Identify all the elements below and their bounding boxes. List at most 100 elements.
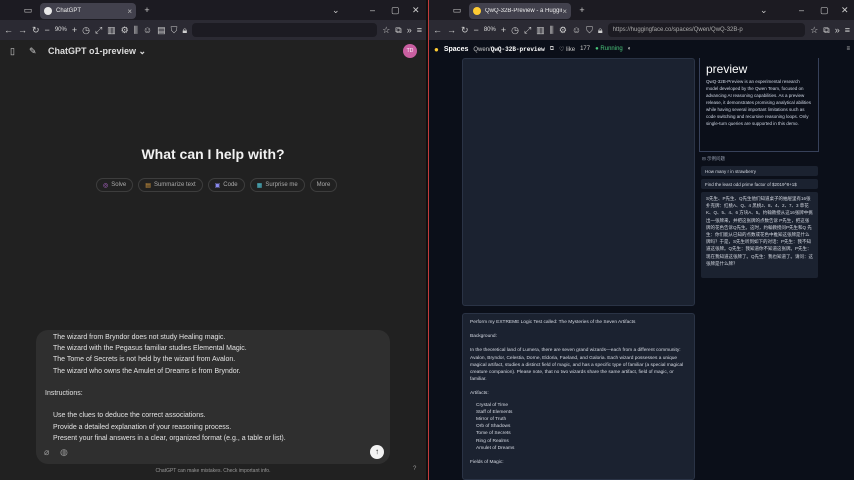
like-button[interactable]: ♡ like [559,46,575,53]
left-url-bar[interactable] [192,23,378,37]
history-icon[interactable]: ◷ [511,25,519,35]
lock-icon[interactable]: 🔒︎ [598,25,603,35]
message-composer[interactable]: The wizard from Bryndor does not study H… [36,330,390,464]
settings-icon[interactable]: ◐ [628,46,632,52]
sidebar-icon[interactable]: ▥ [536,25,545,35]
zoom-level[interactable]: 90% [55,27,67,33]
composer-line: Provide a detailed explanation of your r… [53,423,232,431]
left-active-tab[interactable]: ChatGPT × [40,3,136,19]
like-label: like [566,46,576,53]
sidebar-icon[interactable]: ▥ [107,25,116,35]
zoom-out-icon[interactable]: − [474,25,479,35]
bookmark-star-icon[interactable]: ☆ [382,25,390,35]
examples-label: ⊟ 示例问题 [702,156,726,161]
new-tab-icon[interactable]: + [140,5,154,15]
zoom-in-icon[interactable]: + [72,25,77,35]
chip-label: Code [223,182,238,188]
close-window-icon[interactable]: ✕ [841,5,849,16]
composer-line: The wizard who owns the Amulet of Dreams… [53,367,241,375]
shield-icon[interactable]: ⛉ [586,25,593,35]
avatar[interactable]: TD [403,44,417,58]
globe-icon[interactable]: ◍ [60,448,68,457]
space-path[interactable]: Qwen/QwQ-32B-preview [473,46,544,53]
chip-label: More [316,182,331,188]
lock-icon[interactable]: 🔒︎ [182,25,187,35]
code-icon: ▣ [214,182,221,189]
like-count: 177 [580,46,591,52]
zoom-out-icon[interactable]: − [45,25,50,35]
back-icon[interactable]: ← [4,25,13,35]
screenshot-icon[interactable]: ⤢ [95,25,102,35]
maximize-icon[interactable]: ▢ [820,5,829,16]
example-item[interactable]: Find the least odd prime factor of $2019… [701,179,818,189]
close-tab-icon[interactable]: × [127,7,132,16]
account-icon[interactable]: ☺ [572,25,581,35]
menu-icon[interactable]: ≡ [417,25,422,35]
bookmark-star-icon[interactable]: ☆ [810,25,818,35]
huggingface-logo-icon: ● [434,44,439,54]
tab-list-chevron-icon[interactable]: ⌄ [760,5,768,16]
composer-text[interactable]: The wizard from Bryndor does not study H… [45,332,385,444]
tab-overview-icon[interactable]: ▭ [449,5,465,15]
right-nav-bar: ← → ↻ − 80% + ◷ ⤢ ▥ ⫼ ⚙ ☺ ⛉ 🔒︎ https://h… [429,20,854,40]
help-icon[interactable]: ? [413,466,416,472]
chip-solve[interactable]: ◎ Solve [96,178,134,192]
reload-icon[interactable]: ↻ [32,25,40,35]
composer-line: Instructions: [45,389,83,397]
composer-line: The wizard from Bryndor does not study H… [53,334,226,341]
attach-icon[interactable]: ⌀ [44,448,49,457]
overflow-icon[interactable]: » [835,25,840,35]
composer-line: Present your final answers in a clear, o… [53,434,286,442]
minimize-icon[interactable]: – [799,5,804,15]
chip-surprise[interactable]: ▦ Surprise me [249,178,305,192]
maximize-icon[interactable]: ▢ [391,5,400,16]
more-menu-icon[interactable]: ≡ [846,46,850,52]
spaces-link[interactable]: Spaces [444,46,469,53]
chip-more[interactable]: More [309,178,338,192]
new-chat-icon[interactable]: ✎ [29,47,37,56]
minimize-icon[interactable]: – [370,5,375,15]
chip-code[interactable]: ▣ Code [207,178,245,192]
container-icon[interactable]: ▤ [157,25,166,35]
new-tab-icon[interactable]: + [575,5,589,15]
model-selector[interactable]: ChatGPT o1-preview ⌄ [48,46,146,57]
shield-icon[interactable]: ⛉ [171,25,178,35]
prompt-textbox[interactable]: Perform my EXTREME Logic Test called: Th… [462,313,695,480]
chip-summarize[interactable]: ▤ Summarize text [138,178,203,192]
right-url-bar[interactable]: https://huggingface.co/spaces/Qwen/QwQ-3… [607,23,806,37]
disclaimer: ChatGPT can make mistakes. Check importa… [155,468,271,474]
prompt-background-label: Background: [470,334,497,340]
close-window-icon[interactable]: ✕ [412,5,420,16]
settings-icon[interactable]: ⚙ [559,25,567,35]
close-tab-icon[interactable]: × [562,7,567,16]
menu-icon[interactable]: ≡ [845,25,850,35]
copy-icon[interactable]: ⧉ [550,46,554,53]
back-icon[interactable]: ← [433,25,442,35]
right-active-tab[interactable]: QwQ-32B-Preview - a Hugging Face × [469,3,571,19]
library-icon[interactable]: ⫼ [134,25,138,35]
extensions-icon[interactable]: ⧉ [395,25,401,35]
zoom-level[interactable]: 80% [484,27,496,33]
sidebar-toggle-icon[interactable]: ▯ [10,47,15,56]
settings-icon[interactable]: ⚙ [121,25,129,35]
history-icon[interactable]: ◷ [82,25,90,35]
forward-icon[interactable]: → [18,25,27,35]
arrow-up-icon: ↑ [375,447,379,456]
extensions-icon[interactable]: ⧉ [823,25,829,35]
overflow-icon[interactable]: » [407,25,412,35]
send-button[interactable]: ↑ [370,445,384,459]
status-badge: ● Running [595,46,623,52]
prompt-title: Perform my EXTREME Logic Test called: Th… [470,320,636,325]
library-icon[interactable]: ⫼ [550,25,554,35]
zoom-in-icon[interactable]: + [501,25,506,35]
example-item[interactable]: S先生、P先生、Q先生他们知道桌子的抽屉里有16张扑克牌：红桃A、Q、4 黑桃J… [701,192,818,278]
screenshot-icon[interactable]: ⤢ [524,25,531,35]
reload-icon[interactable]: ↻ [461,25,469,35]
account-icon[interactable]: ☺ [143,25,152,35]
tab-overview-icon[interactable]: ▭ [20,5,36,15]
forward-icon[interactable]: → [447,25,456,35]
description-card: preview QwQ-32B-Preview is an experiment… [699,58,819,152]
example-item[interactable]: How many r in strawberry [701,166,818,176]
tab-list-chevron-icon[interactable]: ⌄ [332,5,340,16]
artifact-item: Ring of Realms [476,438,509,444]
